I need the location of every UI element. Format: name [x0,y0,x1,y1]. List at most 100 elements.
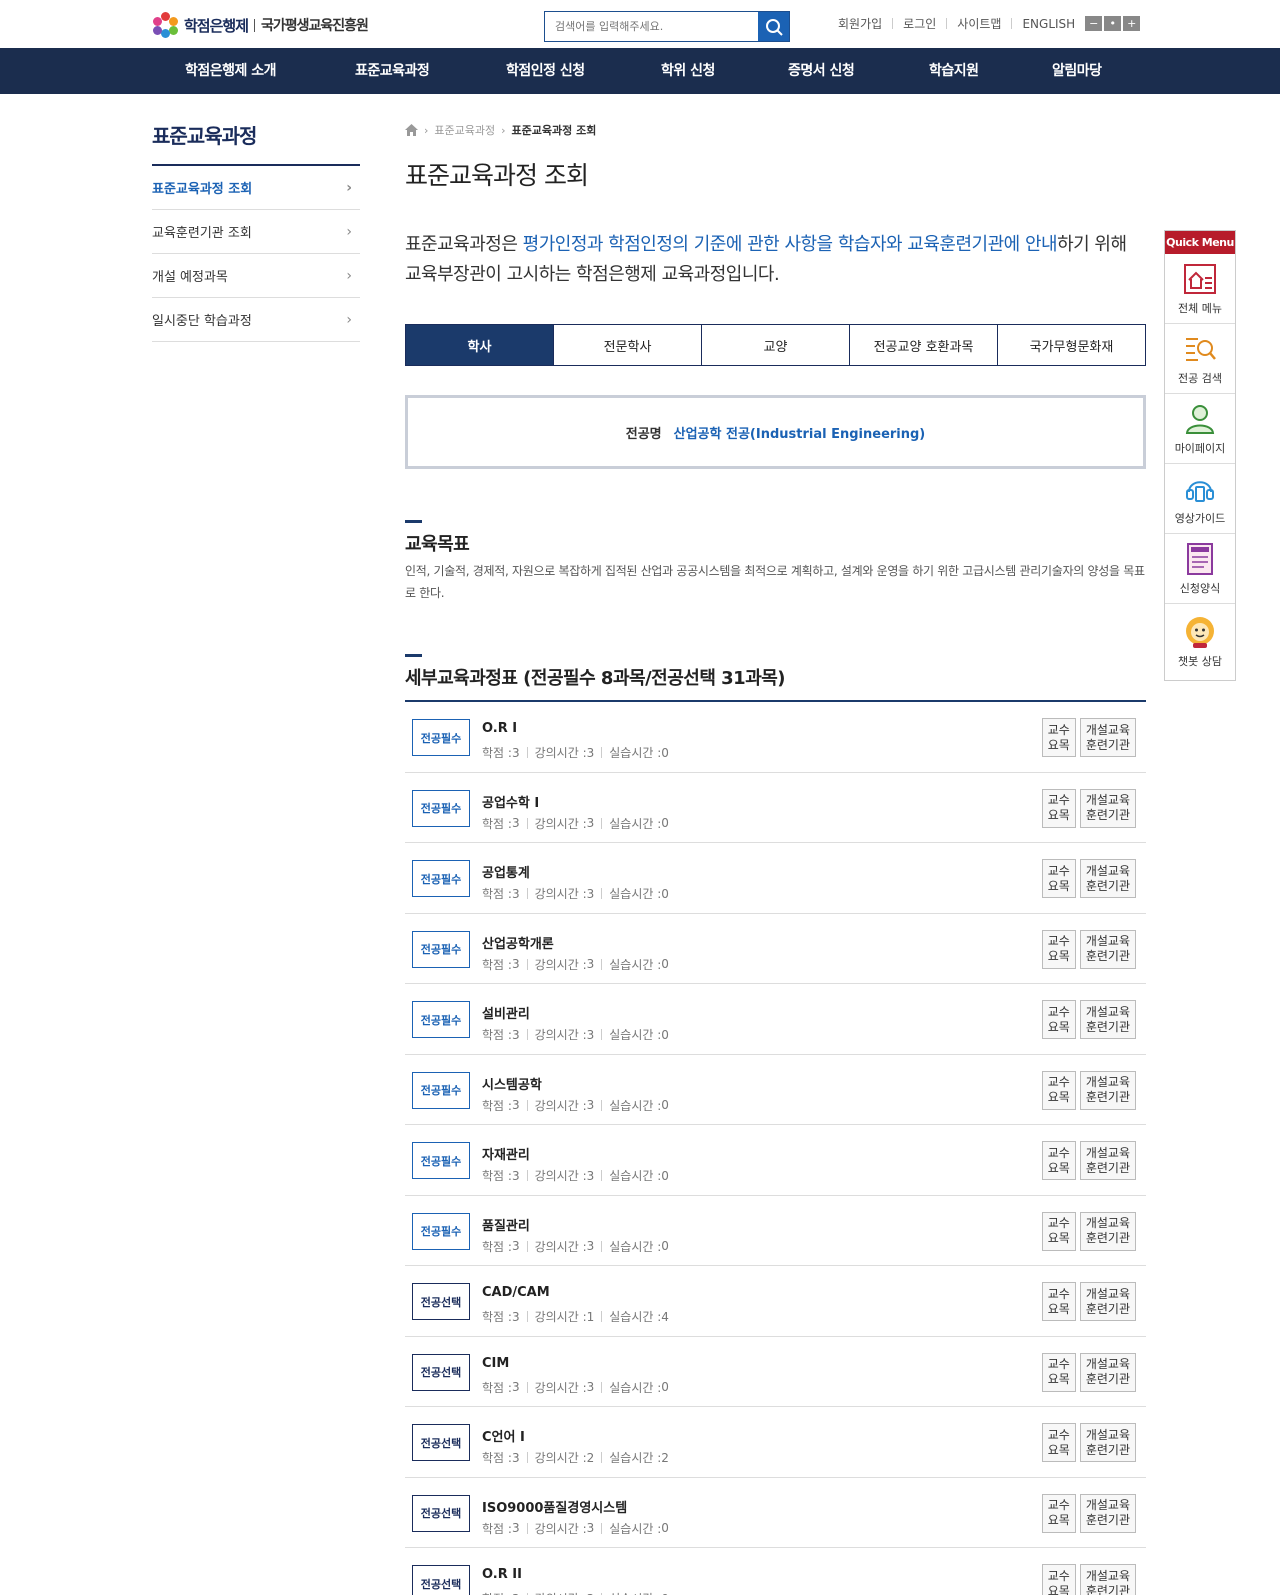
course-practice-hours: 0 [661,745,669,760]
course-type-badge: 전공필수 [412,930,470,968]
course-lecture-hours: 1 [586,1309,595,1324]
institutions-button[interactable]: 개설교육 훈련기관 [1079,1070,1136,1110]
detail-title: 세부교육과정표 (전공필수 8과목/전공선택 31과목) [405,668,786,689]
syllabus-button[interactable]: 교수 요목 [1041,1282,1076,1321]
gnb-item-degree[interactable]: 학위 신청 [661,48,715,94]
course-practice-hours: 0 [661,1168,669,1183]
course-row: 전공필수 설비관리 학점 : 3 강의시간 : 3 실습시간 : 0 교수 요목 개설교육 훈련… [405,984,1146,1055]
tab-compatible-courses[interactable]: 전공교양 호환과목 [850,325,998,365]
institutions-button[interactable]: 개설교육 훈련기관 [1079,929,1136,969]
zoom-reset-button[interactable]: • [1104,16,1122,31]
search-button[interactable] [758,12,789,41]
course-name: 품질관리 [482,1218,530,1234]
major-label: 전공명 [625,426,662,442]
course-type-badge: 전공선택 [412,1494,470,1532]
breadcrumb-item[interactable]: 표준교육과정 [434,122,495,138]
course-name: 자재관리 [482,1148,530,1163]
institutions-button[interactable]: 개설교육 훈련기관 [1079,1352,1136,1392]
course-buttons: 교수 요목 개설교육 훈련기관 [1041,1493,1136,1533]
side-navigation: 표준교육과정 표준교육과정 조회 › 교육훈련기관 조회 › 개설 예정과목 › 일시… [152,120,360,342]
side-item-planned-courses[interactable]: 개설 예정과목 › [152,254,360,298]
institutions-button[interactable]: 개설교육 훈련기관 [1079,1282,1136,1321]
course-name: C언어 I [482,1430,525,1445]
tab-bachelor[interactable]: 학사 [406,325,554,365]
course-name: 공업통계 [482,866,530,881]
logo-main-text: 학점은행제 [184,16,249,35]
quick-item-chatbot[interactable]: 챗봇 상담 [1165,604,1235,680]
quick-item-video-guide[interactable]: 영상가이드 [1165,464,1235,534]
institutions-button[interactable]: 개설교육 훈련기관 [1079,859,1136,898]
course-lecture-hours: 3 [586,1521,595,1535]
side-item-curriculum-search[interactable]: 표준교육과정 조회 › [152,166,360,210]
course-type-badge: 전공필수 [412,1001,470,1038]
form-icon [1187,542,1213,575]
syllabus-button[interactable]: 교수 요목 [1041,859,1076,898]
course-practice-hours: 4 [661,1309,669,1324]
quick-menu-title: Quick Menu [1165,231,1235,254]
chevron-right-icon: › [346,311,352,328]
syllabus-button[interactable]: 교수 요목 [1041,1070,1076,1110]
course-info: 학점 : 3강의시간 : 3실습시간 : 0 [482,1098,669,1113]
course-type-badge: 전공필수 [412,789,470,827]
institutions-button[interactable]: 개설교육 훈련기관 [1079,788,1136,828]
signup-link[interactable]: 회원가입 [838,15,882,32]
tab-liberal-arts[interactable]: 교양 [702,325,850,365]
syllabus-button[interactable]: 교수 요목 [1041,718,1076,757]
quick-item-major-search[interactable]: 전공 검색 [1165,324,1235,394]
course-credit: 3 [512,1592,520,1595]
gnb-item-credit-recognition[interactable]: 학점인정 신청 [506,48,585,94]
course-list: 전공필수 O.R I 학점 : 3 강의시간 : 3 실습시간 : 0 교수 요목 개설교육 훈… [405,702,1146,1595]
syllabus-button[interactable]: 교수 요목 [1041,1211,1076,1251]
syllabus-button[interactable]: 교수 요목 [1041,1564,1076,1595]
side-item-suspended-courses[interactable]: 일시중단 학습과정 › [152,298,360,342]
tab-intangible-heritage[interactable]: 국가무형문화재 [998,325,1145,365]
course-practice-hours: 0 [661,816,669,830]
syllabus-button[interactable]: 교수 요목 [1041,1141,1076,1180]
logo-flower-icon [152,12,178,38]
gnb-item-learning-support[interactable]: 학습지원 [929,48,979,94]
course-info: 학점 : 3강의시간 : 3실습시간 : 0 [482,745,669,761]
institutions-button[interactable]: 개설교육 훈련기관 [1079,1211,1136,1251]
quick-item-forms[interactable]: 신청양식 [1165,534,1235,604]
course-type-badge: 전공선택 [412,1353,470,1391]
course-row: 전공선택 CAD/CAM 학점 : 3 강의시간 : 1 실습시간 : 4 교수 요목 개설교… [405,1266,1146,1337]
gnb-item-notice[interactable]: 알림마당 [1052,48,1102,94]
site-logo[interactable]: 학점은행제 국가평생교육진흥원 [152,12,369,38]
course-info: 학점 : 3강의시간 : 3실습시간 : 0 [482,816,669,831]
institutions-button[interactable]: 개설교육 훈련기관 [1079,1423,1136,1462]
syllabus-button[interactable]: 교수 요목 [1041,788,1076,828]
gnb-item-certificate[interactable]: 증명서 신청 [788,48,855,94]
breadcrumb: › 표준교육과정 › 표준교육과정 조회 [405,122,596,138]
institutions-button[interactable]: 개설교육 훈련기관 [1079,1000,1136,1039]
section-accent-bar [405,520,422,523]
syllabus-button[interactable]: 교수 요목 [1041,1000,1076,1039]
search-input[interactable] [545,12,758,41]
quick-item-mypage[interactable]: 마이페이지 [1165,394,1235,464]
login-link[interactable]: 로그인 [903,15,936,32]
institutions-button[interactable]: 개설교육 훈련기관 [1079,718,1136,757]
course-credit: 3 [511,957,520,971]
home-icon[interactable] [405,124,418,136]
zoom-out-button[interactable]: − [1085,16,1103,31]
gnb-item-intro[interactable]: 학점은행제 소개 [185,48,277,94]
side-item-institution-search[interactable]: 교육훈련기관 조회 › [152,210,360,254]
main-navigation: 학점은행제 소개 표준교육과정 학점인정 신청 학위 신청 증명서 신청 학습지… [0,48,1280,94]
institutions-button[interactable]: 개설교육 훈련기관 [1079,1493,1136,1533]
course-lecture-hours: 3 [586,1168,595,1183]
list-search-icon [1186,337,1216,361]
syllabus-button[interactable]: 교수 요목 [1041,929,1076,969]
institutions-button[interactable]: 개설교육 훈련기관 [1079,1564,1136,1595]
syllabus-button[interactable]: 교수 요목 [1041,1352,1076,1392]
syllabus-button[interactable]: 교수 요목 [1041,1493,1076,1533]
tab-associate[interactable]: 전문학사 [554,325,702,365]
zoom-in-button[interactable]: + [1123,16,1141,31]
institutions-button[interactable]: 개설교육 훈련기관 [1079,1141,1136,1180]
gnb-item-standard-curriculum[interactable]: 표준교육과정 [355,48,430,94]
sitemap-link[interactable]: 사이트맵 [957,15,1001,32]
syllabus-button[interactable]: 교수 요목 [1041,1423,1076,1462]
course-name: O.R II [482,1567,522,1582]
course-info: 학점 : 3강의시간 : 3실습시간 : 0 [482,957,669,972]
english-link[interactable]: ENGLISH [1022,17,1075,31]
quick-item-all-menu[interactable]: 전체 메뉴 [1165,254,1235,324]
course-info: 학점 : 3 강의시간 : 1 실습시간 : 4 [482,1309,669,1325]
